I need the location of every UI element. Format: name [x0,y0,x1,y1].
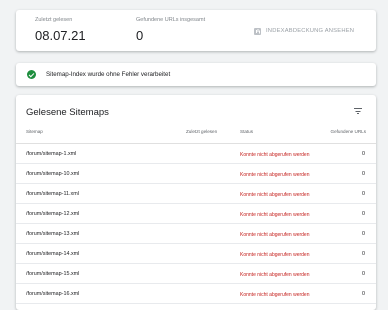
sitemap-found-urls: 0 [362,271,365,277]
table-row[interactable]: /forum/sitemap-15.xml Konnte nicht abger… [16,264,376,284]
found-urls-value: 0 [136,28,144,43]
sitemap-status: Konnte nicht abgerufen werden [240,271,310,278]
index-coverage-button[interactable]: INDEXABDECKUNG ANSEHEN [254,25,354,37]
sitemap-status: Konnte nicht abgerufen werden [240,191,310,198]
sitemap-found-urls: 0 [362,211,365,217]
sitemap-path: /forum/sitemap-15.xml [26,271,80,277]
sitemap-path: /forum/sitemap-12.xml [26,211,80,217]
sitemap-status: Konnte nicht abgerufen werden [240,151,310,158]
sitemaps-title: Gelesene Sitemaps [26,107,109,118]
check-circle-icon [27,70,36,79]
sitemap-path: /forum/sitemap-13.xml [26,231,80,237]
sitemap-path: /forum/sitemap-14.xml [26,251,80,257]
last-read-value: 08.07.21 [35,28,86,43]
last-read-label: Zuletzt gelesen [35,17,73,23]
column-header-found-urls[interactable]: Gefundene URLs [331,129,367,134]
table-row[interactable]: /forum/sitemap-12.xml Konnte nicht abger… [16,204,376,224]
sitemap-found-urls: 0 [362,291,365,297]
table-row[interactable]: /forum/sitemap-10.xml Konnte nicht abger… [16,164,376,184]
sitemap-found-urls: 0 [362,191,365,197]
table-row[interactable]: /forum/sitemap-16.xml Konnte nicht abger… [16,284,376,304]
summary-card: Zuletzt gelesen 08.07.21 Gefundene URLs … [16,10,376,51]
found-urls-label: Gefundene URLs insgesamt [136,17,206,23]
sitemap-path: /forum/sitemap-10.xml [26,171,80,177]
sitemap-path: /forum/sitemap-1.xml [26,151,77,157]
sitemap-found-urls: 0 [362,251,365,257]
column-header-status[interactable]: Status [240,129,253,134]
sitemap-found-urls: 0 [362,171,365,177]
filter-icon[interactable] [354,108,362,114]
sitemap-status: Konnte nicht abgerufen werden [240,231,310,238]
sitemap-status: Konnte nicht abgerufen werden [240,291,310,298]
sitemap-found-urls: 0 [362,231,365,237]
sitemap-path: /forum/sitemap-16.xml [26,291,80,297]
column-header-sitemap[interactable]: Sitemap [26,129,43,134]
column-header-last-read[interactable]: Zuletzt gelesen [186,129,217,134]
status-card: Sitemap-Index wurde ohne Fehler verarbei… [16,63,376,86]
table-row[interactable]: /forum/sitemap-1.xml Konnte nicht abgeru… [16,144,376,164]
table-row[interactable]: /forum/sitemap-14.xml Konnte nicht abger… [16,244,376,264]
sitemap-path: /forum/sitemap-11.xml [26,191,79,197]
sitemap-found-urls: 0 [362,151,365,157]
sitemaps-table-body: /forum/sitemap-1.xml Konnte nicht abgeru… [16,144,376,304]
table-row[interactable]: /forum/sitemap-11.xml Konnte nicht abger… [16,184,376,204]
index-coverage-label: INDEXABDECKUNG ANSEHEN [266,28,355,34]
status-message: Sitemap-Index wurde ohne Fehler verarbei… [46,71,171,78]
bar-chart-icon [254,27,261,35]
sitemap-status: Konnte nicht abgerufen werden [240,171,310,178]
sitemaps-card: Gelesene Sitemaps Sitemap Zuletzt gelese… [16,95,376,310]
table-row[interactable]: /forum/sitemap-13.xml Konnte nicht abger… [16,224,376,244]
sitemap-status: Konnte nicht abgerufen werden [240,251,310,258]
sitemap-status: Konnte nicht abgerufen werden [240,211,310,218]
